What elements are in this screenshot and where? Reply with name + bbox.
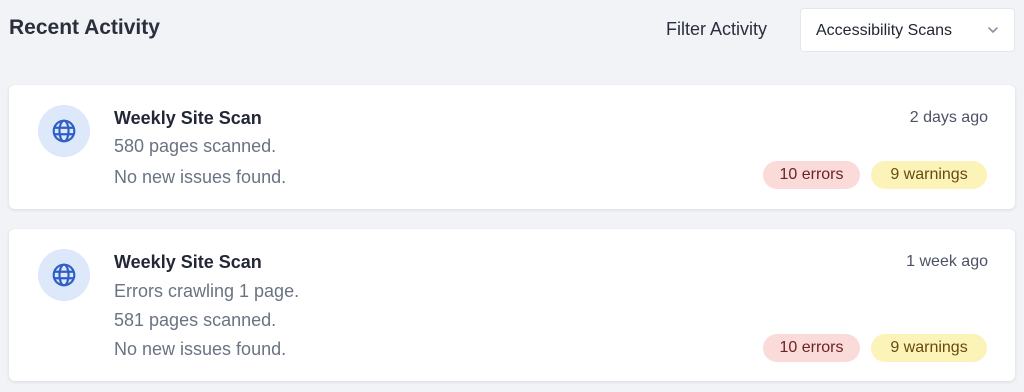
filter-activity-select[interactable]: Accessibility Scans [800, 8, 1015, 52]
activity-icon-circle [38, 249, 90, 301]
activity-title: Weekly Site Scan [114, 252, 262, 272]
warnings-badge[interactable]: 9 warnings [871, 161, 987, 189]
globe-icon [52, 119, 76, 143]
chevron-down-icon [988, 27, 998, 33]
activity-card[interactable]: Weekly Site Scan 580 pages scanned. No n… [9, 85, 1015, 209]
activity-detail-line: 580 pages scanned. [114, 136, 277, 156]
page-title: Recent Activity [9, 16, 160, 39]
activity-timestamp: 1 week ago [906, 253, 988, 270]
activity-detail-line: 581 pages scanned. [114, 310, 277, 330]
errors-badge[interactable]: 10 errors [763, 334, 860, 362]
warnings-badge[interactable]: 9 warnings [871, 334, 987, 362]
filter-selected-value: Accessibility Scans [816, 22, 953, 39]
activity-card[interactable]: Weekly Site Scan Errors crawling 1 page.… [9, 229, 1015, 381]
activity-timestamp: 2 days ago [909, 109, 988, 126]
activity-detail-line: No new issues found. [114, 339, 287, 359]
filter-label: Filter Activity [666, 19, 768, 39]
errors-badge[interactable]: 10 errors [763, 161, 860, 189]
activity-detail-line: No new issues found. [114, 167, 287, 187]
activity-header: Recent Activity Filter Activity Accessib… [0, 0, 1024, 62]
activity-icon-circle [38, 105, 90, 157]
activity-detail-line: Errors crawling 1 page. [114, 281, 300, 301]
activity-title: Weekly Site Scan [114, 108, 262, 128]
globe-icon [52, 263, 76, 287]
